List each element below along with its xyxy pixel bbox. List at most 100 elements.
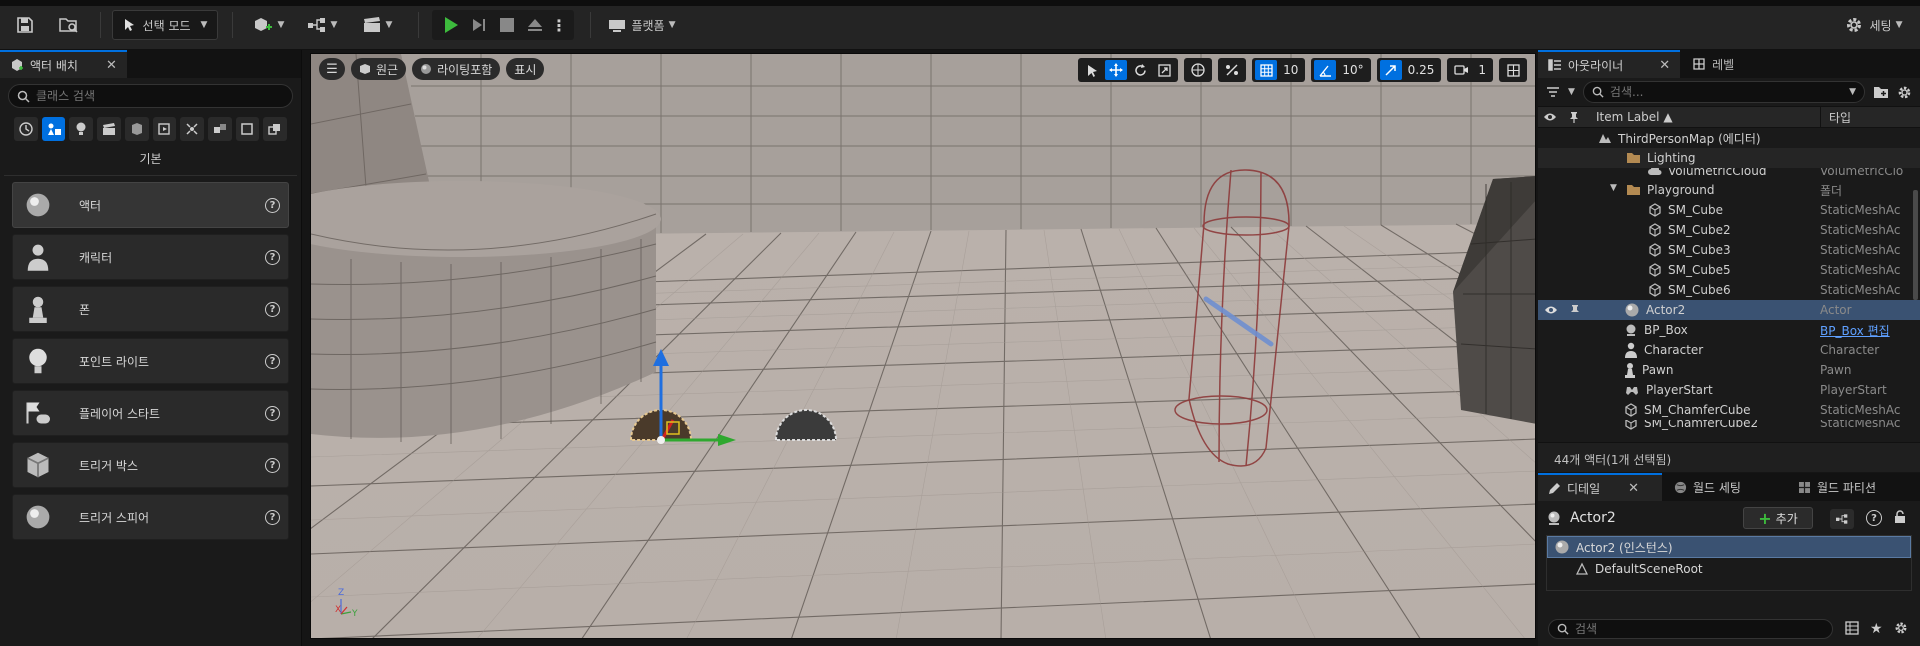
help-icon[interactable]: ? bbox=[265, 510, 280, 525]
help-icon[interactable]: ? bbox=[265, 250, 280, 265]
blueprint-convert-button[interactable] bbox=[1830, 509, 1854, 529]
category-volumes[interactable] bbox=[180, 117, 204, 141]
filter-button[interactable]: ▼ bbox=[1546, 86, 1575, 98]
save-button[interactable] bbox=[10, 10, 40, 40]
perspective-button[interactable]: 원근 bbox=[351, 58, 407, 80]
eject-button[interactable] bbox=[521, 18, 549, 32]
help-icon[interactable]: ? bbox=[265, 406, 280, 421]
scale-tool[interactable] bbox=[1153, 60, 1175, 80]
place-actor-item[interactable]: 캐릭터? bbox=[12, 234, 289, 280]
outliner-row[interactable]: Pawn Pawn bbox=[1538, 360, 1920, 380]
select-tool[interactable] bbox=[1081, 60, 1103, 80]
category-lights[interactable] bbox=[69, 117, 94, 141]
outliner-row[interactable]: SM_ChamferCube StaticMeshAc bbox=[1538, 400, 1920, 420]
level-viewport[interactable]: Z X Y ☰ 원근 라이팅포함 표시 10 10° 0.25 1 bbox=[310, 53, 1536, 639]
place-actor-item[interactable]: 플레이어 스타트? bbox=[12, 390, 289, 436]
outliner-row[interactable]: Character Character bbox=[1538, 340, 1920, 360]
details-search-field[interactable] bbox=[1548, 619, 1833, 639]
chevron-down-icon[interactable]: ▼ bbox=[1849, 87, 1856, 97]
add-component-button[interactable]: + 추가 bbox=[1743, 507, 1813, 529]
category-more[interactable] bbox=[263, 117, 288, 141]
category-recent[interactable] bbox=[14, 117, 38, 141]
close-icon[interactable]: ✕ bbox=[1628, 481, 1639, 496]
grid-snap-group[interactable]: 10 bbox=[1252, 58, 1306, 82]
scale-snap-group[interactable]: 0.25 bbox=[1376, 58, 1442, 82]
tab-outliner[interactable]: 아웃라이너 ✕ bbox=[1538, 50, 1681, 78]
platforms-button[interactable]: 플랫폼 ▼ bbox=[604, 10, 680, 40]
play-options-button[interactable]: ⋮ bbox=[549, 16, 569, 35]
outliner-search-input[interactable] bbox=[1609, 85, 1840, 99]
place-actor-item[interactable]: 폰? bbox=[12, 286, 289, 332]
outliner-row[interactable]: BP_Box BP_Box 편집 bbox=[1538, 320, 1920, 340]
outliner-row[interactable]: ThirdPersonMap (에디터) bbox=[1538, 128, 1920, 148]
tab-place-actors[interactable]: 액터 배치 ✕ bbox=[0, 50, 127, 78]
visibility-column-icon[interactable] bbox=[1538, 112, 1562, 122]
outliner-row[interactable]: Lighting bbox=[1538, 148, 1920, 168]
category-cinematic[interactable] bbox=[97, 117, 121, 141]
cinematics-button[interactable]: ▼ bbox=[354, 10, 400, 40]
component-row[interactable]: Actor2 (인스턴스) bbox=[1547, 536, 1911, 558]
outliner-settings-button[interactable] bbox=[1897, 85, 1912, 100]
tab-levels[interactable]: 레벨 bbox=[1680, 56, 1746, 73]
rotation-snap-group[interactable]: 10° bbox=[1311, 58, 1371, 82]
viewport-layout-button[interactable] bbox=[1499, 58, 1527, 82]
tab-details[interactable]: 디테일 ✕ bbox=[1538, 473, 1662, 501]
category-geometry[interactable] bbox=[152, 117, 177, 141]
outliner-row[interactable]: Actor2 Actor bbox=[1538, 300, 1920, 320]
settings-button[interactable]: 세팅 ▼ bbox=[1836, 10, 1912, 40]
outliner-row[interactable]: SM_Cube StaticMeshAc bbox=[1538, 200, 1920, 220]
blueprint-button[interactable]: ▼ bbox=[300, 10, 344, 40]
eye-icon[interactable] bbox=[1544, 305, 1558, 315]
outliner-row[interactable]: PlayerStart PlayerStart bbox=[1538, 380, 1920, 400]
camera-speed-group[interactable]: 1 bbox=[1447, 58, 1493, 82]
help-icon[interactable]: ? bbox=[1866, 510, 1882, 526]
chevron-down-icon[interactable]: ▼ bbox=[1610, 183, 1617, 193]
help-icon[interactable]: ? bbox=[265, 198, 280, 213]
show-button[interactable]: 표시 bbox=[506, 58, 545, 80]
place-actor-item[interactable]: 트리거 스피어? bbox=[12, 494, 289, 540]
outliner-row[interactable]: SM_ChamferCube2 StaticMeshAc bbox=[1538, 420, 1920, 432]
property-matrix-button[interactable] bbox=[1845, 621, 1859, 635]
viewport-menu-button[interactable]: ☰ bbox=[319, 58, 345, 80]
lock-icon[interactable] bbox=[1894, 510, 1906, 524]
view-mode-button[interactable]: 라이팅포함 bbox=[412, 58, 501, 80]
outliner-row[interactable]: SM_Cube2 StaticMeshAc bbox=[1538, 220, 1920, 240]
close-icon[interactable]: ✕ bbox=[1659, 58, 1670, 73]
outliner-search-field[interactable]: ▼ bbox=[1582, 81, 1865, 103]
close-icon[interactable]: ✕ bbox=[106, 58, 117, 73]
outliner-row[interactable]: VolumetricCloud VolumetricClo bbox=[1538, 168, 1920, 180]
rotate-tool[interactable] bbox=[1129, 60, 1151, 80]
help-icon[interactable]: ? bbox=[265, 302, 280, 317]
add-folder-button[interactable] bbox=[1873, 85, 1889, 99]
category-visual-effects[interactable] bbox=[124, 117, 149, 141]
stop-button[interactable] bbox=[493, 18, 521, 32]
translate-tool[interactable] bbox=[1105, 60, 1128, 80]
outliner-item-type[interactable]: BP_Box 편집 bbox=[1820, 322, 1916, 339]
class-search-input[interactable] bbox=[36, 89, 286, 103]
pin-column-icon[interactable] bbox=[1562, 111, 1586, 123]
place-actor-item[interactable]: 액터? bbox=[12, 182, 289, 228]
star-icon[interactable]: ★ bbox=[1870, 621, 1883, 637]
add-actor-button[interactable]: ▼ bbox=[246, 10, 290, 40]
category-shapes[interactable] bbox=[235, 117, 260, 141]
category-all-classes[interactable] bbox=[207, 117, 232, 141]
details-settings-button[interactable] bbox=[1894, 621, 1908, 635]
place-actor-item[interactable]: 포인트 라이트? bbox=[12, 338, 289, 384]
tab-world-partition[interactable]: 월드 파티션 bbox=[1786, 473, 1884, 501]
outliner-row[interactable]: ▼ Playground 폴더 bbox=[1538, 180, 1920, 200]
outliner-scrollbar[interactable] bbox=[1913, 190, 1918, 300]
coordinate-space-button[interactable] bbox=[1184, 58, 1213, 82]
pin-icon[interactable] bbox=[1570, 304, 1580, 316]
help-icon[interactable]: ? bbox=[265, 458, 280, 473]
help-icon[interactable]: ? bbox=[265, 354, 280, 369]
surface-snap-button[interactable] bbox=[1218, 58, 1247, 82]
content-browser-button[interactable] bbox=[54, 10, 84, 40]
column-item-label[interactable]: Item Label ▲ bbox=[1596, 110, 1820, 124]
mode-select[interactable]: 선택 모드 ▼ bbox=[112, 10, 218, 40]
outliner-row[interactable]: SM_Cube5 StaticMeshAc bbox=[1538, 260, 1920, 280]
tab-world-settings[interactable]: 월드 세팅 bbox=[1662, 473, 1786, 501]
outliner-row[interactable]: SM_Cube3 StaticMeshAc bbox=[1538, 240, 1920, 260]
place-actor-item[interactable]: 트리거 박스? bbox=[12, 442, 289, 488]
category-basic[interactable] bbox=[41, 117, 66, 141]
details-search-input[interactable] bbox=[1575, 622, 1824, 636]
